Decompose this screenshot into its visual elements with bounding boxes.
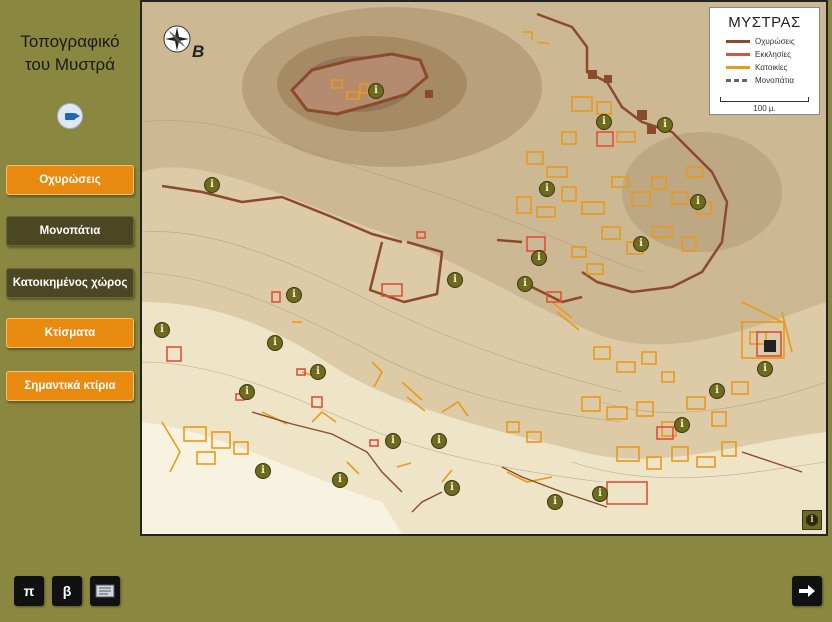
book-button[interactable] xyxy=(90,576,120,606)
b-button[interactable]: β xyxy=(52,576,82,606)
inhabited-area-button[interactable]: Κατοικημένος χώρος xyxy=(6,268,134,298)
info-marker[interactable]: i xyxy=(154,322,170,338)
info-icon: i xyxy=(261,465,265,476)
info-marker[interactable]: i xyxy=(447,272,463,288)
fortifications-button[interactable]: Οχυρώσεις xyxy=(6,165,134,195)
info-icon: i xyxy=(663,119,667,130)
legend-item-churches: Εκκλησίες xyxy=(726,48,819,61)
info-icon: i xyxy=(602,116,606,127)
info-icon: i xyxy=(292,289,296,300)
buildings-button[interactable]: Κτίσματα xyxy=(6,318,134,348)
legend-item-paths: Μονοπάτια xyxy=(726,74,819,87)
scale-bar xyxy=(720,97,809,102)
info-icon: i xyxy=(437,435,441,446)
info-marker[interactable]: i xyxy=(255,463,271,479)
important-buildings-button[interactable]: Σημαντικά κτίρια xyxy=(6,371,134,401)
info-marker[interactable]: i xyxy=(690,194,706,210)
info-marker[interactable]: i xyxy=(596,114,612,130)
info-icon: i xyxy=(450,482,454,493)
info-marker[interactable]: i xyxy=(539,181,555,197)
info-icon: i xyxy=(273,337,277,348)
info-marker[interactable]: i xyxy=(385,433,401,449)
info-icon: i xyxy=(374,85,378,96)
paths-button[interactable]: Μονοπάτια xyxy=(6,216,134,246)
title-line-1: Τοπογραφικό xyxy=(20,32,120,51)
church-landmark xyxy=(764,340,776,352)
info-icon: i xyxy=(553,496,557,507)
info-marker[interactable]: i xyxy=(517,276,533,292)
info-toggle-button[interactable]: i xyxy=(802,510,822,530)
info-icon: i xyxy=(715,385,719,396)
info-marker[interactable]: i xyxy=(204,177,220,193)
info-marker[interactable]: i xyxy=(239,384,255,400)
info-icon: i xyxy=(806,514,818,526)
info-icon: i xyxy=(537,252,541,263)
info-icon: i xyxy=(453,274,457,285)
info-icon: i xyxy=(545,183,549,194)
info-marker[interactable]: i xyxy=(368,83,384,99)
video-button[interactable] xyxy=(57,103,83,129)
arrow-right-icon xyxy=(799,585,815,597)
next-button[interactable] xyxy=(792,576,822,606)
info-marker[interactable]: i xyxy=(633,236,649,252)
compass-icon xyxy=(163,25,191,53)
info-icon: i xyxy=(523,278,527,289)
info-marker[interactable]: i xyxy=(757,361,773,377)
info-marker[interactable]: i xyxy=(592,486,608,502)
info-icon: i xyxy=(245,386,249,397)
info-marker[interactable]: i xyxy=(547,494,563,510)
info-icon: i xyxy=(696,196,700,207)
info-icon: i xyxy=(639,238,643,249)
info-marker[interactable]: i xyxy=(444,480,460,496)
info-marker[interactable]: i xyxy=(657,117,673,133)
info-marker[interactable]: i xyxy=(431,433,447,449)
info-marker[interactable]: i xyxy=(310,364,326,380)
scale-label: 100 μ. xyxy=(753,104,776,113)
info-icon: i xyxy=(763,363,767,374)
page-title: Τοπογραφικό του Μυστρά xyxy=(6,30,134,76)
info-icon: i xyxy=(316,366,320,377)
book-icon xyxy=(95,584,115,598)
info-marker[interactable]: i xyxy=(332,472,348,488)
info-marker[interactable]: i xyxy=(674,417,690,433)
info-icon: i xyxy=(160,324,164,335)
info-icon: i xyxy=(210,179,214,190)
legend-item-houses: Κατοικίες xyxy=(726,61,819,74)
map-panel[interactable]: B i i i i i i i i i i i i i i i i i i i i i i i i i ΜΥΣΤΡΑΣ Οχυρ… xyxy=(140,0,828,536)
p-button[interactable]: π xyxy=(14,576,44,606)
info-marker[interactable]: i xyxy=(286,287,302,303)
info-icon: i xyxy=(598,488,602,499)
compass-rose: B xyxy=(162,24,204,61)
map-legend: ΜΥΣΤΡΑΣ Οχυρώσεις Εκκλησίες Κατοικίες Μο… xyxy=(709,7,820,115)
legend-title: ΜΥΣΤΡΑΣ xyxy=(728,14,801,31)
info-icon: i xyxy=(338,474,342,485)
legend-item-fortifications: Οχυρώσεις xyxy=(726,35,819,48)
info-marker[interactable]: i xyxy=(531,250,547,266)
info-icon: i xyxy=(680,419,684,430)
info-marker[interactable]: i xyxy=(267,335,283,351)
info-icon: i xyxy=(391,435,395,446)
video-camera-icon xyxy=(65,112,80,120)
title-line-2: του Μυστρά xyxy=(24,55,116,74)
info-marker[interactable]: i xyxy=(709,383,725,399)
compass-label: B xyxy=(192,42,205,61)
